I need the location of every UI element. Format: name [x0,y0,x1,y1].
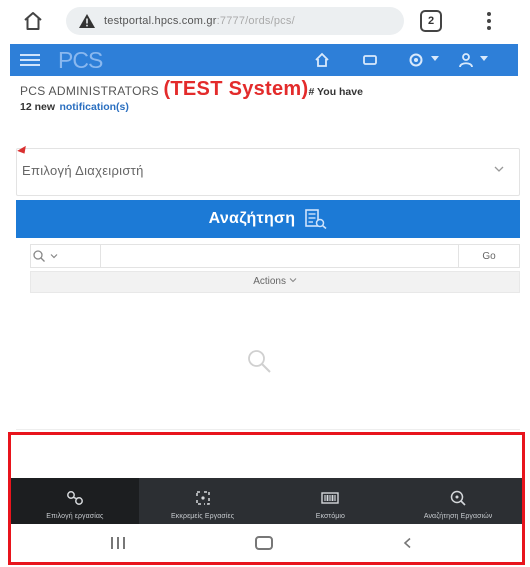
app-navbar: PCS [10,44,518,76]
url-path: :7777/ords/pcs/ [216,15,295,27]
content-divider [16,429,520,430]
browser-bar: testportal.hpcs.com.gr:7777/ords/pcs/ 2 [0,0,530,42]
settings-caret-icon[interactable] [431,56,439,61]
hamburger-menu-icon[interactable] [20,54,40,66]
search-list-icon [305,209,327,229]
actions-menu-button[interactable]: Actions [30,271,520,293]
home-icon[interactable] [314,52,330,68]
toolbar-divider [100,245,101,267]
tab-switcher-button[interactable]: 2 [420,10,442,32]
highlight-box [8,432,525,565]
search-button[interactable]: Αναζήτηση [16,200,520,238]
search-button-label: Αναζήτηση [208,210,296,227]
toolbar-divider [458,245,459,267]
notification-prefix: # You have [308,86,363,98]
settings-icon[interactable] [408,52,424,68]
page-header: PCS ADMINISTRATORS (TEST System)# You ha… [20,79,520,114]
report-search-input[interactable] [103,247,455,265]
address-bar[interactable]: testportal.hpcs.com.gr:7777/ords/pcs/ [66,7,404,35]
chevron-down-icon [289,278,297,283]
url-text: testportal.hpcs.com.gr:7777/ords/pcs/ [104,15,295,27]
admin-select-placeholder: Επιλογή Διαχειριστή [22,163,144,178]
notification-count: 12 new [20,101,56,113]
actions-label: Actions [253,276,286,287]
notifications-link[interactable]: notification(s) [59,101,128,113]
ticket-icon[interactable] [362,52,378,68]
no-results-search-icon [248,350,271,373]
go-button[interactable]: Go [462,249,516,265]
user-icon[interactable] [458,52,474,68]
test-system-label: (TEST System) [163,78,309,100]
chevron-down-icon [50,254,58,259]
url-host: testportal.hpcs.com.gr [104,15,217,27]
user-caret-icon[interactable] [480,56,488,61]
home-icon[interactable] [22,10,44,32]
browser-menu-icon[interactable] [484,9,494,33]
column-search-selector[interactable] [32,248,102,264]
search-icon [33,250,45,262]
chevron-down-icon[interactable] [494,164,504,174]
admin-label: PCS ADMINISTRATORS [20,84,159,98]
brand-logo[interactable]: PCS [58,47,103,74]
warning-icon[interactable] [78,13,96,29]
